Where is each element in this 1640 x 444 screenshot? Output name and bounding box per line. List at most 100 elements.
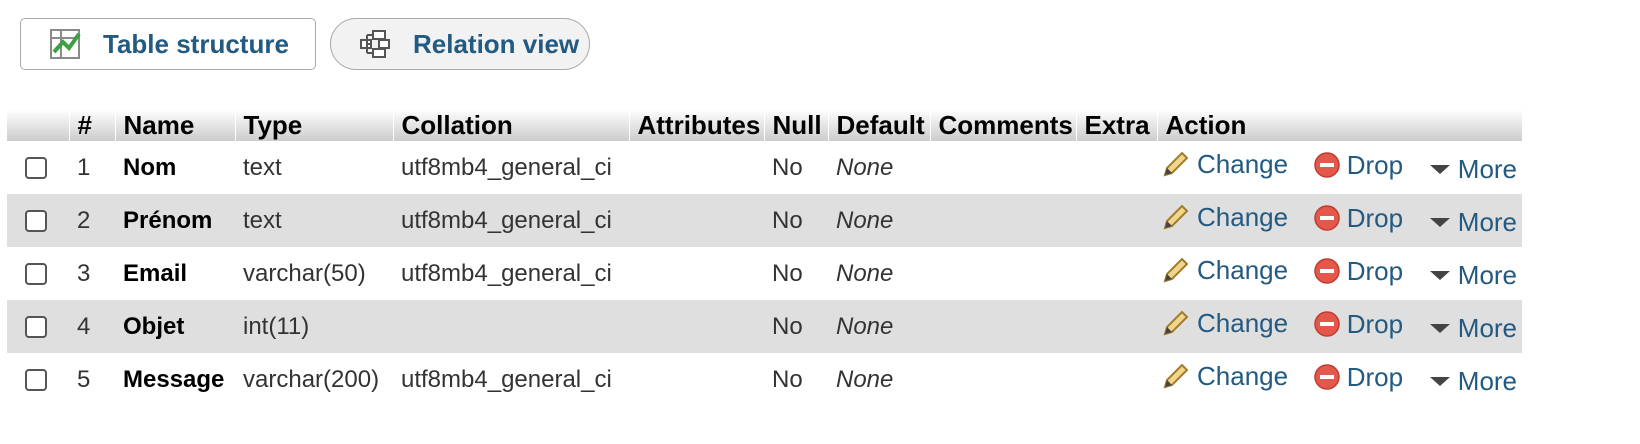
pencil-icon: [1163, 363, 1189, 389]
pencil-icon: [1163, 310, 1189, 336]
tab-bar: Table structure Relation view: [20, 18, 590, 70]
column-default: None: [828, 300, 930, 353]
header-attributes[interactable]: Attributes: [629, 109, 765, 141]
drop-button[interactable]: Drop: [1313, 150, 1403, 181]
row-number: 4: [69, 300, 115, 353]
drop-label: Drop: [1346, 202, 1404, 233]
change-label: Change: [1197, 148, 1289, 179]
table-row: 4 Objet int(11) No None Change Drop More: [7, 300, 1522, 353]
header-number: #: [69, 109, 116, 141]
drop-label: Drop: [1346, 361, 1404, 392]
column-extra: [1076, 353, 1157, 406]
pencil-icon: [1163, 204, 1189, 230]
more-label: More: [1457, 206, 1518, 237]
header-collation[interactable]: Collation: [393, 109, 630, 141]
column-extra: [1076, 194, 1157, 247]
column-default: None: [828, 353, 930, 406]
column-name: Nom: [115, 141, 235, 194]
row-checkbox[interactable]: [25, 368, 47, 391]
row-checkbox[interactable]: [25, 209, 47, 232]
change-button[interactable]: Change: [1161, 149, 1288, 180]
column-name: Message: [115, 353, 235, 406]
more-label: More: [1457, 153, 1518, 184]
tab-relation-view[interactable]: Relation view: [330, 18, 590, 70]
header-comments[interactable]: Comments: [930, 109, 1077, 141]
column-null: No: [764, 247, 828, 300]
drop-button[interactable]: Drop: [1313, 203, 1403, 234]
header-extra[interactable]: Extra: [1076, 109, 1158, 141]
column-collation: utf8mb4_general_ci: [393, 353, 629, 406]
column-null: No: [764, 194, 828, 247]
column-attributes: [629, 247, 764, 300]
column-null: No: [764, 141, 828, 194]
column-name: Prénom: [115, 194, 235, 247]
row-checkbox[interactable]: [25, 262, 47, 285]
change-label: Change: [1197, 360, 1289, 391]
more-button[interactable]: More: [1428, 260, 1517, 291]
column-comments: [930, 247, 1076, 300]
row-number: 1: [69, 141, 115, 194]
row-checkbox[interactable]: [25, 156, 47, 179]
row-checkbox[interactable]: [25, 315, 47, 338]
action-cell: Change Drop More: [1157, 300, 1522, 353]
column-extra: [1076, 141, 1157, 194]
column-name: Objet: [115, 300, 235, 353]
column-attributes: [629, 194, 764, 247]
tab-label: Relation view: [413, 28, 580, 59]
column-null: No: [764, 353, 828, 406]
action-cell: Change Drop More: [1157, 247, 1522, 300]
column-default: None: [828, 247, 930, 300]
chevron-down-icon: [1429, 165, 1450, 175]
column-default: None: [828, 141, 930, 194]
header-action: Action: [1157, 109, 1523, 141]
column-default: None: [828, 194, 930, 247]
column-extra: [1076, 247, 1157, 300]
more-button[interactable]: More: [1428, 154, 1517, 185]
action-cell: Change Drop More: [1157, 353, 1522, 406]
drop-button[interactable]: Drop: [1313, 362, 1403, 393]
pencil-icon: [1163, 257, 1189, 283]
change-button[interactable]: Change: [1161, 255, 1288, 286]
tab-table-structure[interactable]: Table structure: [20, 18, 316, 70]
more-button[interactable]: More: [1428, 366, 1517, 397]
drop-label: Drop: [1346, 255, 1404, 286]
chevron-down-icon: [1429, 271, 1450, 281]
drop-button[interactable]: Drop: [1313, 309, 1403, 340]
structure-table: # Name Type Collation Attributes Null De…: [7, 109, 1523, 406]
column-type: int(11): [235, 300, 393, 353]
more-button[interactable]: More: [1428, 207, 1517, 238]
more-label: More: [1457, 312, 1518, 343]
drop-icon: [1314, 152, 1340, 178]
drop-button[interactable]: Drop: [1313, 256, 1403, 287]
action-cell: Change Drop More: [1157, 194, 1522, 247]
column-collation: utf8mb4_general_ci: [393, 247, 629, 300]
relation-view-icon: [359, 28, 395, 60]
drop-icon: [1314, 311, 1340, 337]
column-type: text: [235, 194, 393, 247]
more-button[interactable]: More: [1428, 313, 1517, 344]
table-row: 3 Email varchar(50) utf8mb4_general_ci N…: [7, 247, 1522, 300]
column-collation: [393, 300, 629, 353]
header-select: [7, 109, 70, 141]
column-attributes: [629, 141, 764, 194]
pencil-icon: [1163, 151, 1189, 177]
drop-label: Drop: [1346, 149, 1404, 180]
change-button[interactable]: Change: [1161, 202, 1288, 233]
change-label: Change: [1197, 254, 1289, 285]
column-comments: [930, 141, 1076, 194]
column-type: varchar(200): [235, 353, 393, 406]
header-name[interactable]: Name: [115, 109, 236, 141]
header-default[interactable]: Default: [828, 109, 931, 141]
change-button[interactable]: Change: [1161, 361, 1288, 392]
column-name: Email: [115, 247, 235, 300]
row-number: 2: [69, 194, 115, 247]
change-label: Change: [1197, 307, 1289, 338]
table-structure-icon: [49, 28, 85, 60]
header-null[interactable]: Null: [764, 109, 829, 141]
header-type[interactable]: Type: [235, 109, 394, 141]
change-button[interactable]: Change: [1161, 308, 1288, 339]
column-comments: [930, 353, 1076, 406]
column-comments: [930, 194, 1076, 247]
table-row: 2 Prénom text utf8mb4_general_ci No None…: [7, 194, 1522, 247]
more-label: More: [1457, 365, 1518, 396]
